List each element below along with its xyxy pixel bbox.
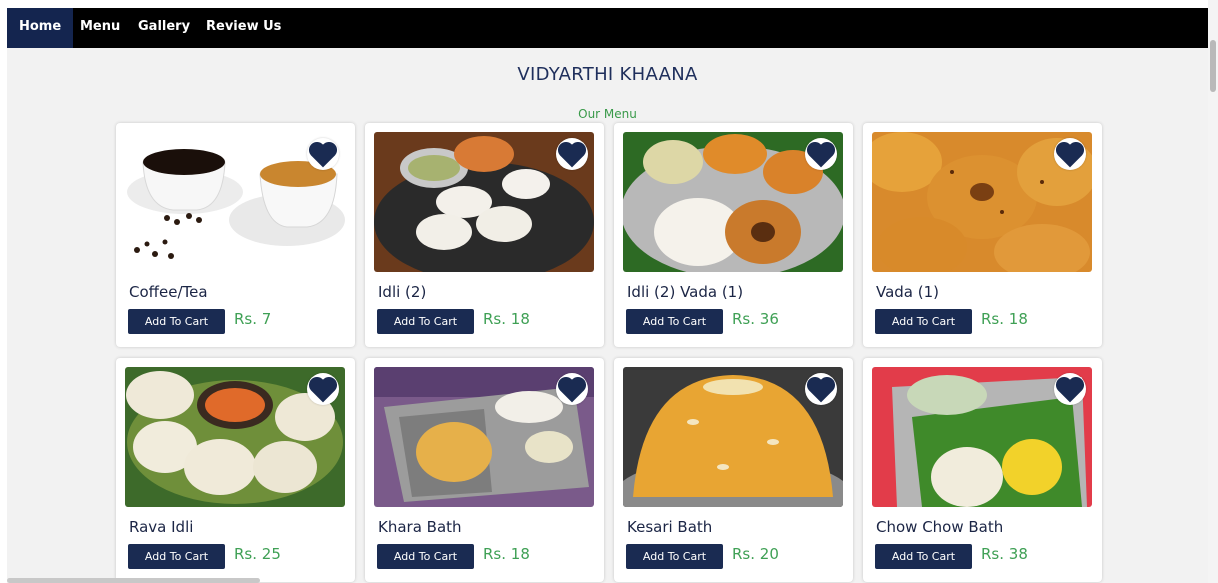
nav-gallery[interactable]: Gallery	[126, 8, 202, 48]
page: Home Menu Gallery Review Us VIDYARTHI KH…	[7, 8, 1208, 583]
item-name: Chow Chow Bath	[876, 518, 1004, 536]
item-price: Rs. 18	[981, 310, 1028, 328]
menu-card: Vada (1) Add To Cart Rs. 18	[863, 123, 1102, 347]
menu-card: Chow Chow Bath Add To Cart Rs. 38	[863, 358, 1102, 582]
menu-card: Coffee/Tea Add To Cart Rs. 7	[116, 123, 355, 347]
favorite-button[interactable]	[805, 138, 837, 170]
site-title: VIDYARTHI KHAANA	[517, 64, 698, 85]
add-to-cart-button[interactable]: Add To Cart	[377, 309, 474, 334]
item-price: Rs. 38	[981, 545, 1028, 563]
item-name: Kesari Bath	[627, 518, 713, 536]
add-to-cart-button[interactable]: Add To Cart	[377, 544, 474, 569]
heart-icon	[557, 141, 587, 168]
favorite-button[interactable]	[805, 373, 837, 405]
menu-card: Kesari Bath Add To Cart Rs. 20	[614, 358, 853, 582]
favorite-button[interactable]	[1054, 138, 1086, 170]
favorite-button[interactable]	[307, 373, 339, 405]
menu-card: Khara Bath Add To Cart Rs. 18	[365, 358, 604, 582]
item-name: Vada (1)	[876, 283, 940, 301]
item-price: Rs. 18	[483, 310, 530, 328]
nav-home[interactable]: Home	[7, 8, 74, 48]
add-to-cart-button[interactable]: Add To Cart	[128, 309, 225, 334]
heart-icon	[308, 376, 338, 403]
add-to-cart-button[interactable]: Add To Cart	[626, 309, 723, 334]
vertical-scrollbar[interactable]	[1208, 0, 1218, 583]
add-to-cart-button[interactable]: Add To Cart	[875, 544, 972, 569]
item-name: Idli (2)	[378, 283, 427, 301]
item-price: Rs. 7	[234, 310, 272, 328]
food-image-idli	[374, 132, 594, 272]
item-price: Rs. 18	[483, 545, 530, 563]
add-to-cart-button[interactable]: Add To Cart	[626, 544, 723, 569]
food-image-khara-bath	[374, 367, 594, 507]
item-name: Coffee/Tea	[129, 283, 208, 301]
menu-card: Rava Idli Add To Cart Rs. 25	[116, 358, 355, 582]
heart-icon	[1055, 376, 1085, 403]
horizontal-scrollbar[interactable]	[7, 578, 260, 583]
favorite-button[interactable]	[556, 373, 588, 405]
favorite-button[interactable]	[307, 138, 339, 170]
heart-icon	[308, 141, 338, 168]
item-price: Rs. 25	[234, 545, 281, 563]
food-image-coffee-tea	[125, 132, 345, 272]
menu-card: Idli (2) Add To Cart Rs. 18	[365, 123, 604, 347]
item-price: Rs. 20	[732, 545, 779, 563]
item-price: Rs. 36	[732, 310, 779, 328]
navbar: Home Menu Gallery Review Us	[7, 8, 1208, 48]
nav-menu[interactable]: Menu	[68, 8, 132, 48]
food-image-vada	[872, 132, 1092, 272]
heart-icon	[806, 141, 836, 168]
food-image-idli-vada	[623, 132, 843, 272]
menu-subtitle: Our Menu	[578, 107, 637, 121]
favorite-button[interactable]	[1054, 373, 1086, 405]
item-name: Khara Bath	[378, 518, 462, 536]
food-image-chow-chow-bath	[872, 367, 1092, 507]
favorite-button[interactable]	[556, 138, 588, 170]
scrollbar-thumb[interactable]	[1210, 40, 1216, 92]
add-to-cart-button[interactable]: Add To Cart	[875, 309, 972, 334]
food-image-kesari-bath	[623, 367, 843, 507]
heart-icon	[806, 376, 836, 403]
item-name: Idli (2) Vada (1)	[627, 283, 744, 301]
heart-icon	[1055, 141, 1085, 168]
add-to-cart-button[interactable]: Add To Cart	[128, 544, 225, 569]
heart-icon	[557, 376, 587, 403]
item-name: Rava Idli	[129, 518, 194, 536]
food-image-rava-idli	[125, 367, 345, 507]
menu-card: Idli (2) Vada (1) Add To Cart Rs. 36	[614, 123, 853, 347]
nav-review-us[interactable]: Review Us	[194, 8, 293, 48]
